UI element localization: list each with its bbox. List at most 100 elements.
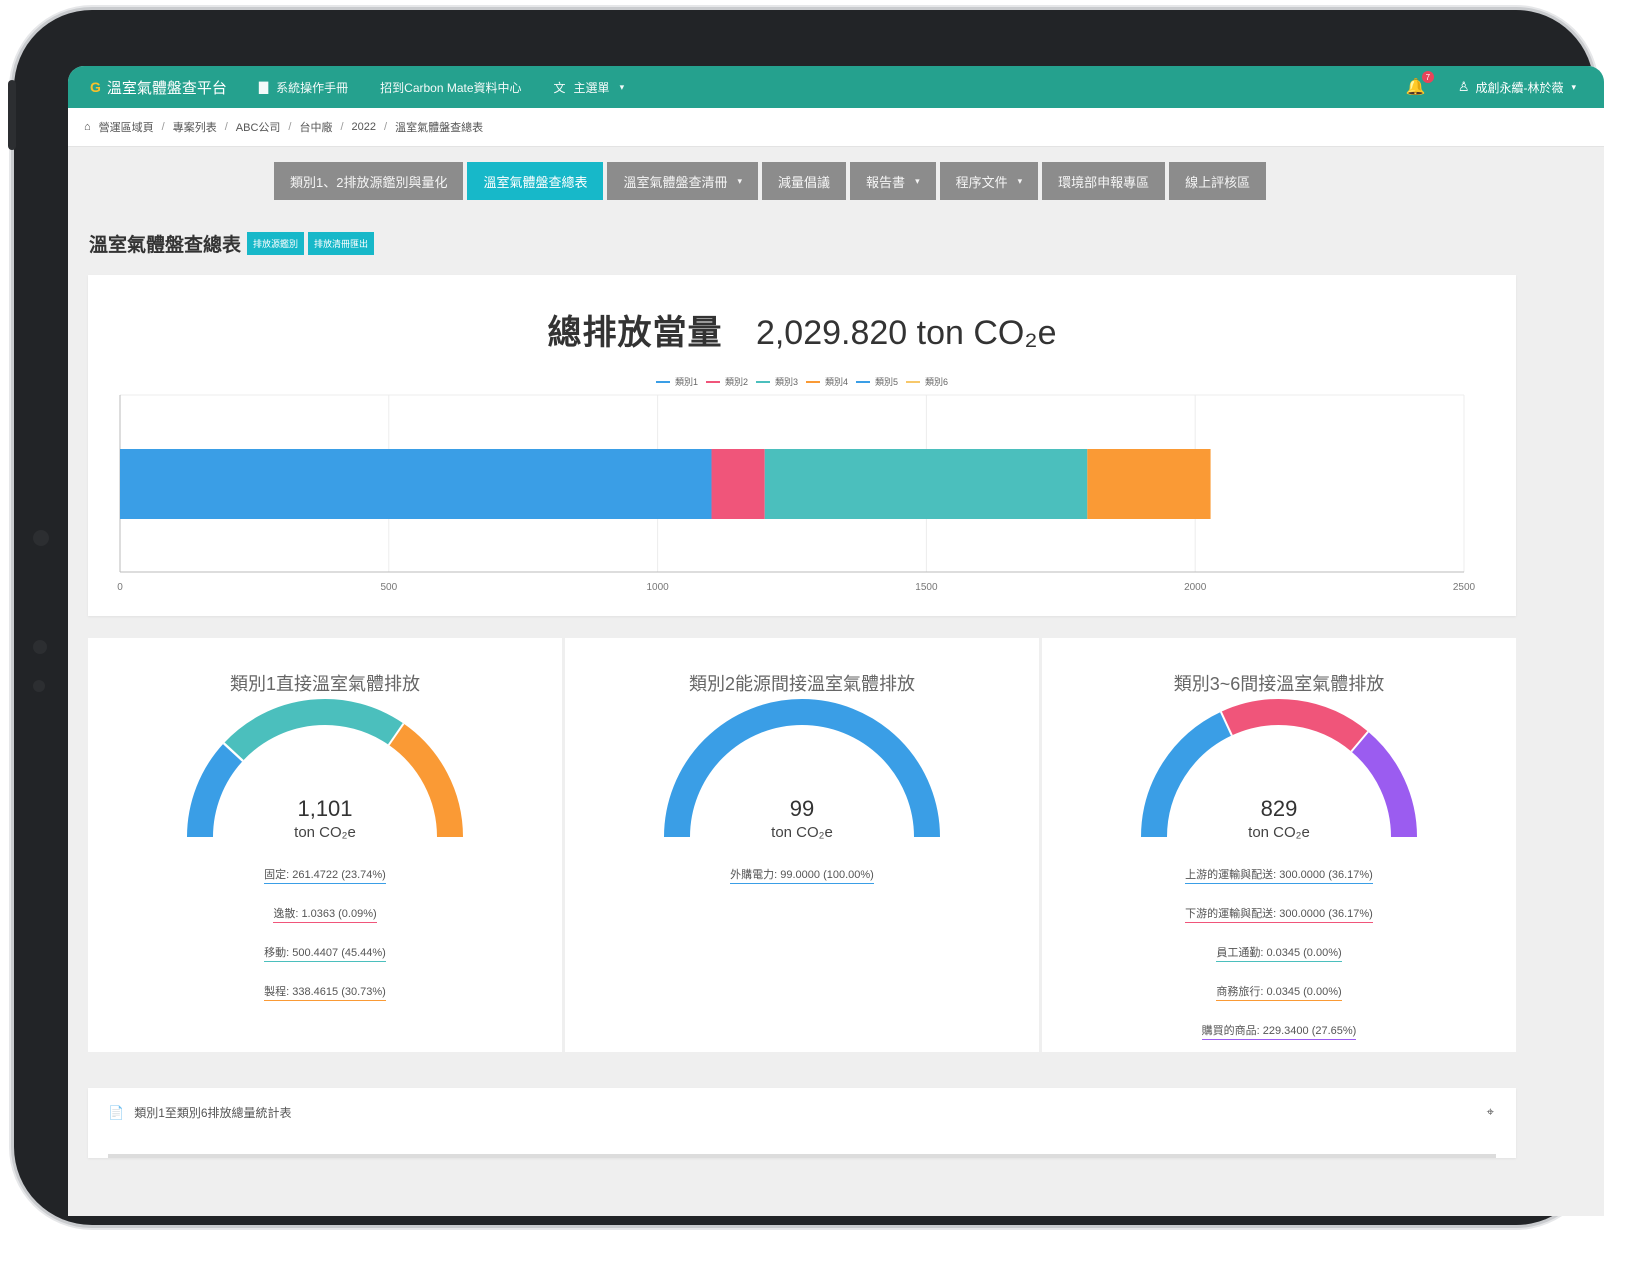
x-tick-label: 1500 — [915, 582, 938, 593]
translate-icon: 文 — [553, 80, 566, 95]
stacked-bar-chart: 0 500 1000 1500 2000 2500 — [117, 394, 1476, 593]
expand-icon[interactable]: ⌖ — [1487, 1104, 1494, 1120]
tab-5[interactable]: 程序文件 ▾ — [939, 162, 1039, 200]
tab-0[interactable]: 類別1、2排放源鑑別與量化 — [274, 162, 464, 200]
x-tick-label: 500 — [380, 582, 397, 593]
nav-main-menu[interactable]: 文 主選單 ▾ — [554, 79, 625, 96]
x-tick-label: 0 — [117, 582, 123, 593]
tab-label: 報告書 — [866, 174, 906, 190]
tab-label: 溫室氣體盤查清冊 — [623, 174, 728, 190]
gauge-segment — [1351, 731, 1417, 838]
breadcrumb-separator: / — [224, 121, 228, 133]
page-title: 溫室氣體盤查總表 — [89, 235, 242, 256]
bell-icon: 🔔 — [1405, 79, 1426, 96]
breakdown-link[interactable]: 購買的商品: 229.3400 (27.65%) — [1201, 1022, 1357, 1040]
breadcrumb-separator: / — [384, 121, 388, 133]
gauge-value: 1,101 — [297, 796, 353, 821]
gauge-value: 99 — [789, 796, 815, 821]
nav-carbon-mate-link[interactable]: 招到Carbon Mate資料中心 — [380, 79, 521, 96]
chevron-down-icon: ▾ — [915, 175, 920, 186]
notification-button[interactable]: 🔔 7 — [1405, 71, 1434, 97]
brand-title: 溫室氣體盤查平台 — [106, 79, 227, 97]
gauge-breakdown: 上游的運輸與配送: 300.0000 (36.17%) 下游的運輸與配送: 300… — [1042, 866, 1516, 1061]
table-header-row — [108, 1154, 1496, 1158]
device-side-button — [8, 80, 16, 150]
breakdown-link[interactable]: 員工通勤: 0.0345 (0.00%) — [1216, 944, 1342, 962]
gauge-breakdown: 固定: 261.4722 (23.74%) 逸散: 1.0363 (0.09%) 移… — [88, 866, 562, 1022]
device-sensor — [33, 680, 45, 692]
tab-label: 線上評核區 — [1185, 174, 1251, 190]
brand[interactable]: G 溫室氣體盤查平台 — [90, 77, 227, 98]
home-icon[interactable]: ⌂ — [84, 121, 91, 133]
tab-2[interactable]: 溫室氣體盤查清冊 ▾ — [607, 162, 759, 200]
breadcrumb-separator: / — [340, 121, 344, 133]
logo-icon: G — [90, 79, 101, 95]
gauge-title: 類別2能源間接溫室氣體排放 — [688, 674, 915, 694]
x-tick-label: 2000 — [1184, 582, 1207, 593]
nav-manual-label: 系統操作手冊 — [276, 80, 349, 95]
breakdown-link[interactable]: 移動: 500.4407 (45.44%) — [264, 944, 386, 962]
tab-1[interactable]: 溫室氣體盤查總表 — [467, 162, 604, 200]
tab-3[interactable]: 減量倡議 — [762, 162, 847, 200]
statistics-table-card: 📄 類別1至類別6排放總量統計表 ⌖ — [88, 1088, 1516, 1158]
breadcrumb-item[interactable]: 台中廠 — [299, 119, 332, 135]
breadcrumb-item[interactable]: ABC公司 — [236, 119, 281, 135]
tab-4[interactable]: 報告書 ▾ — [850, 162, 936, 200]
tab-label: 程序文件 — [955, 174, 1008, 190]
gauge-title: 類別3~6間接溫室氣體排放 — [1173, 674, 1385, 694]
book-icon: ▇ — [258, 80, 269, 94]
breadcrumb-item[interactable]: 2022 — [352, 121, 376, 133]
gauge-segment — [1220, 699, 1369, 752]
export-inventory-button[interactable]: 排放清冊匯出 — [308, 232, 375, 255]
breadcrumb-item[interactable]: 營運區域頁 — [99, 119, 154, 135]
breakdown-link[interactable]: 固定: 261.4722 (23.74%) — [264, 866, 386, 884]
nav-manual-link[interactable]: ▇ 系統操作手冊 — [259, 79, 348, 96]
app-screen: G 溫室氣體盤查平台 ▇ 系統操作手冊 招到Carbon Mate資料中心 文 … — [68, 66, 1604, 1216]
gauge-title: 類別1直接溫室氣體排放 — [229, 674, 420, 694]
gauge-card-scope3-6: 類別3~6間接溫室氣體排放 829 ton CO₂e 上游的運輸與配送: 300.00… — [1042, 638, 1516, 1052]
tab-6[interactable]: 環境部申報專區 — [1042, 162, 1166, 200]
gauge-breakdown: 外購電力: 99.0000 (100.00%) — [565, 866, 1039, 905]
breakdown-link[interactable]: 外購電力: 99.0000 (100.00%) — [730, 866, 874, 884]
gauge-unit: ton CO₂e — [294, 824, 356, 841]
gauge-unit: ton CO₂e — [1248, 824, 1310, 841]
breadcrumb-separator: / — [161, 121, 165, 133]
table-header: 📄 類別1至類別6排放總量統計表 — [108, 1104, 292, 1121]
document-icon: 📄 — [108, 1104, 125, 1120]
emission-source-button[interactable]: 排放源鑑別 — [247, 232, 305, 255]
page-header: 溫室氣體盤查總表 排放源鑑別 排放清冊匯出 — [89, 230, 375, 257]
x-tick-label: 2500 — [1453, 582, 1476, 593]
tab-label: 類別1、2排放源鑑別與量化 — [290, 174, 448, 190]
breadcrumb-item[interactable]: 專案列表 — [173, 119, 217, 135]
notification-badge: 7 — [1421, 71, 1434, 83]
x-tick-label: 1000 — [646, 582, 669, 593]
tab-7[interactable]: 線上評核區 — [1169, 162, 1267, 200]
module-tabs: 類別1、2排放源鑑別與量化 溫室氣體盤查總表 溫室氣體盤查清冊 ▾ 減量倡議 報告書 ▾ 程序… — [274, 162, 1270, 200]
gauge-unit: ton CO₂e — [771, 824, 833, 841]
breadcrumb: ⌂ 營運區域頁 / 專案列表 / ABC公司 / 台中廠 / 2022 / 溫室… — [68, 108, 1604, 147]
gauge-card-scope1: 類別1直接溫室氣體排放 1,101 ton CO₂e 固定: 261.4722 (23… — [88, 638, 562, 1052]
bar-segment-類別4 — [1087, 449, 1211, 519]
chevron-down-icon: ▾ — [619, 81, 625, 92]
user-name: 成創永續-林於薇 — [1475, 80, 1564, 95]
breadcrumb-current: 溫室氣體盤查總表 — [395, 122, 484, 134]
nav-carbon-mate-label: 招到Carbon Mate資料中心 — [380, 80, 522, 95]
breakdown-link[interactable]: 上游的運輸與配送: 300.0000 (36.17%) — [1185, 866, 1373, 884]
gauge-value: 829 — [1260, 796, 1298, 821]
user-icon: ♙ — [1457, 79, 1470, 94]
breadcrumb-separator: / — [288, 121, 292, 133]
breakdown-link[interactable]: 逸散: 1.0363 (0.09%) — [273, 905, 377, 923]
total-emission-card: 總排放當量 2,029.820 ton CO₂e 類別1 類別2 類別3 類別4 類別5… — [88, 275, 1516, 616]
nav-main-menu-label: 主選單 — [573, 80, 610, 95]
user-menu[interactable]: ♙ 成創永續-林於薇 ▾ — [1458, 79, 1576, 96]
device-sensor — [33, 640, 47, 654]
breakdown-link[interactable]: 商務旅行: 0.0345 (0.00%) — [1216, 983, 1342, 1001]
bar-segment-類別2 — [711, 449, 765, 519]
bar-segment-類別1 — [120, 449, 712, 519]
breakdown-link[interactable]: 下游的運輸與配送: 300.0000 (36.17%) — [1185, 905, 1373, 923]
gauge-card-scope2: 類別2能源間接溫室氣體排放 99 ton CO₂e 外購電力: 99.0000 (10… — [565, 638, 1039, 1052]
top-navbar: G 溫室氣體盤查平台 ▇ 系統操作手冊 招到Carbon Mate資料中心 文 … — [68, 66, 1604, 108]
breakdown-link[interactable]: 製程: 338.4615 (30.73%) — [264, 983, 386, 1001]
bar-segment-類別3 — [764, 449, 1088, 519]
device-camera — [33, 530, 49, 546]
